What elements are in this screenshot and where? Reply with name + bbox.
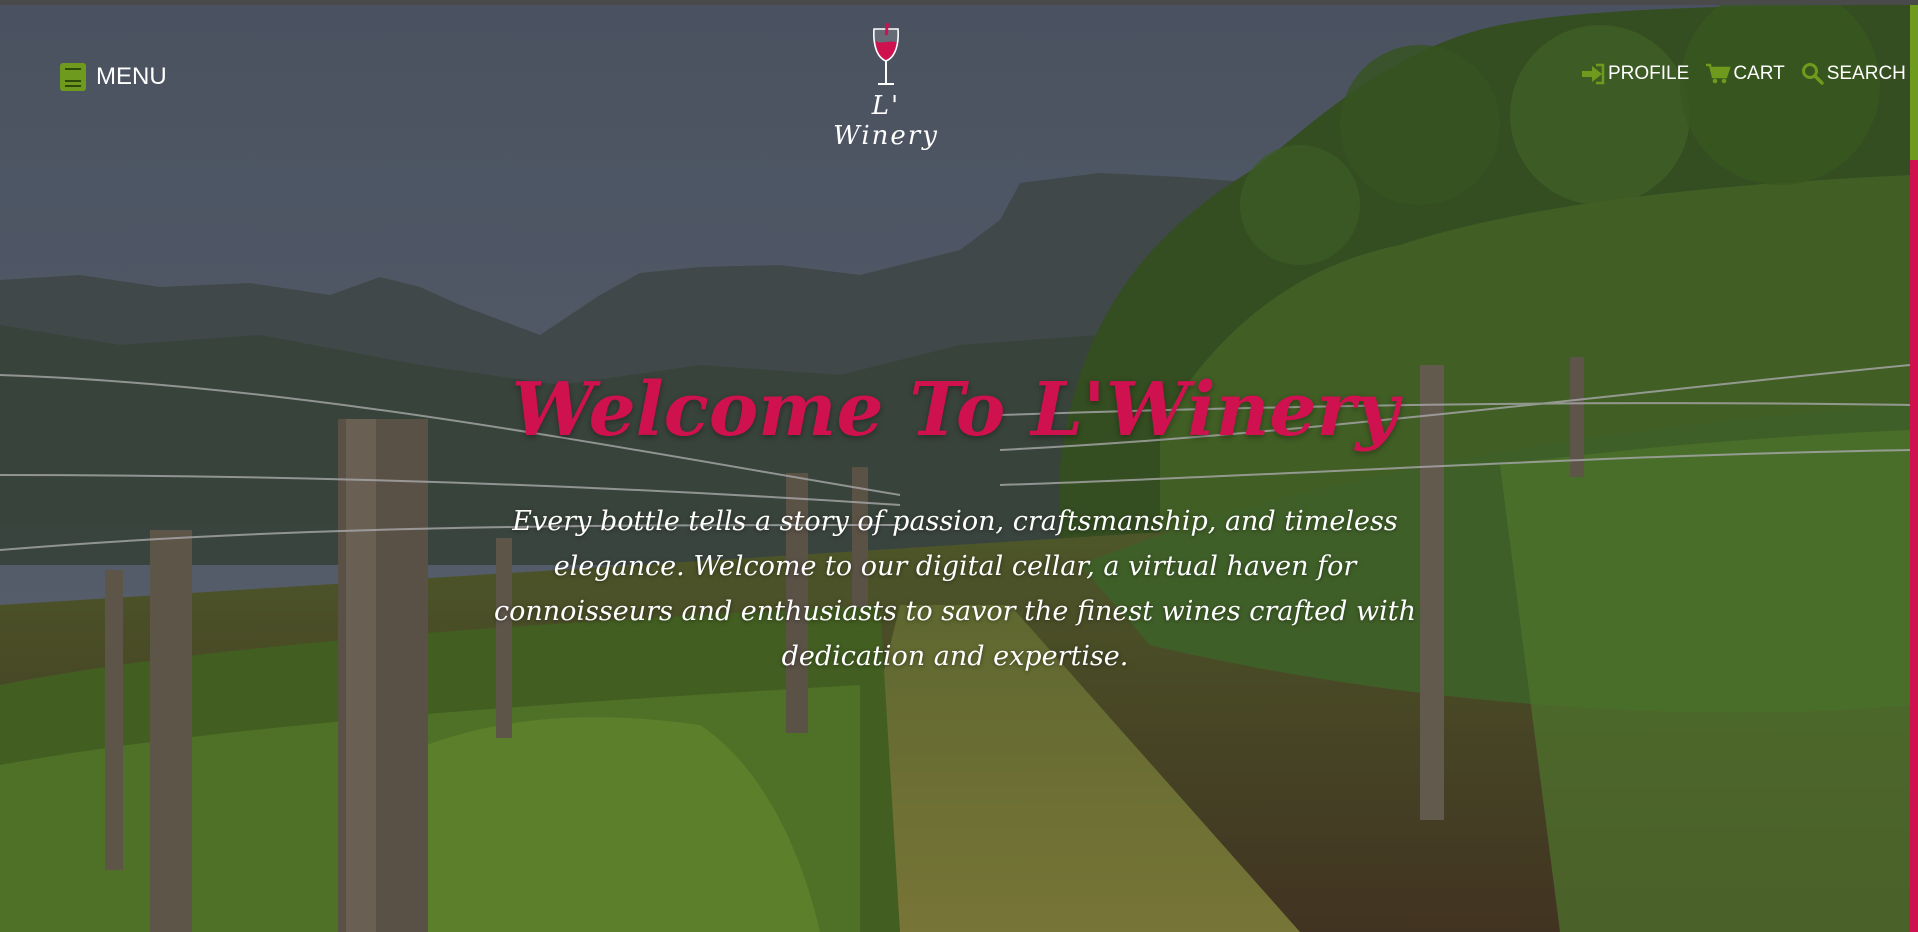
menu-label: MENU xyxy=(96,63,167,90)
logo-text: L' Winery xyxy=(833,91,939,151)
shopping-cart-icon xyxy=(1706,63,1731,84)
hero-description: Every bottle tells a story of passion, c… xyxy=(493,506,1416,672)
cart-label: CART xyxy=(1733,63,1785,84)
page-scrollbar[interactable] xyxy=(1910,5,1918,932)
scrollbar-thumb[interactable] xyxy=(1910,5,1918,160)
cart-link[interactable]: CART xyxy=(1705,63,1785,85)
hero-section: MENU L' Winery PROFILE CART SEARCH Welco… xyxy=(0,5,1910,932)
book-icon xyxy=(60,63,86,91)
search-link[interactable]: SEARCH xyxy=(1801,62,1906,86)
profile-label: PROFILE xyxy=(1608,63,1690,84)
wine-glass-icon xyxy=(873,23,899,85)
menu-button[interactable]: MENU xyxy=(60,63,167,91)
search-label: SEARCH xyxy=(1826,63,1906,84)
site-logo[interactable]: L' Winery xyxy=(816,23,956,151)
top-nav: PROFILE CART SEARCH xyxy=(1580,62,1910,86)
search-icon xyxy=(1801,63,1824,85)
hero-title: Welcome To L'Winery xyxy=(511,367,1399,453)
profile-link[interactable]: PROFILE xyxy=(1580,63,1689,85)
sign-in-arrow-icon xyxy=(1582,63,1605,85)
